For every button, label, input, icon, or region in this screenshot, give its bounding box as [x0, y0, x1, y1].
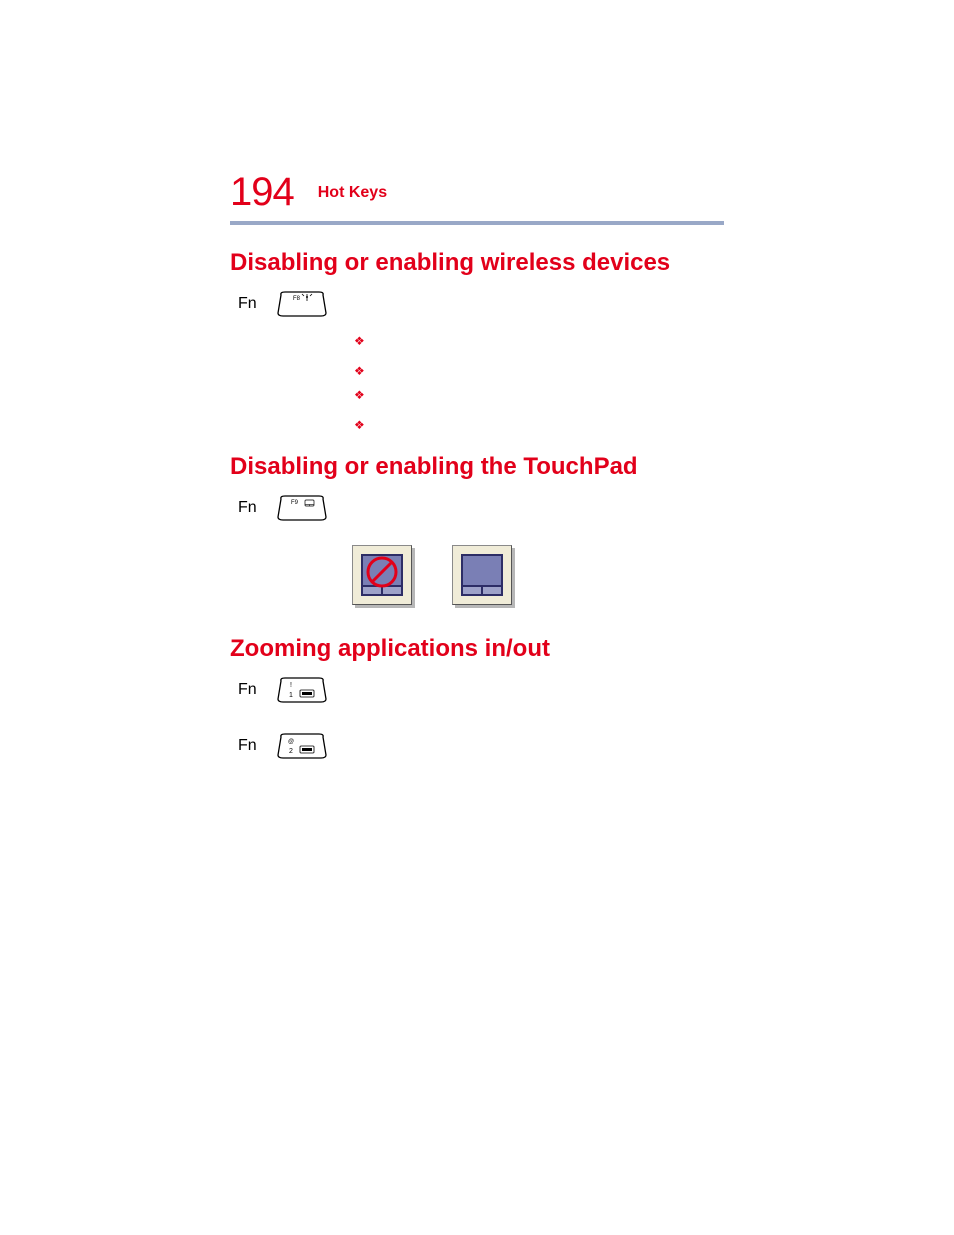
wireless-bullet-list: ❖ ❖ ❖ ❖ [354, 335, 724, 431]
fn-label: Fn [238, 295, 257, 313]
svg-text:@: @ [288, 739, 294, 745]
hotkey-row-zoom-out: Fn ! 1 [238, 677, 724, 703]
svg-text:1: 1 [289, 692, 293, 699]
hotkey-row-zoom-in: Fn @ 2 [238, 733, 724, 759]
header-rule [230, 221, 724, 225]
section-touchpad-heading: Disabling or enabling the TouchPad [230, 453, 724, 481]
two-key-icon: @ 2 [277, 733, 327, 759]
diamond-bullet-icon: ❖ [354, 335, 724, 347]
page-header: 194 Hot Keys [230, 170, 724, 215]
header-title: Hot Keys [318, 184, 387, 202]
f8-key-icon: F8 [277, 291, 327, 317]
section-wireless-heading: Disabling or enabling wireless devices [230, 249, 724, 277]
section-zoom-heading: Zooming applications in/out [230, 635, 724, 663]
one-key-icon: ! 1 [277, 677, 327, 703]
hotkey-row-touchpad: Fn F9 [238, 495, 724, 521]
svg-text:F8: F8 [293, 296, 301, 302]
svg-text:2: 2 [289, 748, 293, 755]
fn-label: Fn [238, 737, 257, 755]
fn-label: Fn [238, 499, 257, 517]
diamond-bullet-icon: ❖ [354, 419, 724, 431]
svg-text:!: ! [290, 682, 292, 689]
f9-key-icon: F9 [277, 495, 327, 521]
svg-text:F9: F9 [291, 500, 299, 506]
touchpad-disabled-icon [352, 545, 412, 605]
page-number: 194 [230, 170, 294, 215]
hotkey-row-wireless: Fn F8 [238, 291, 724, 317]
fn-label: Fn [238, 681, 257, 699]
touchpad-state-icons [352, 545, 724, 605]
diamond-bullet-icon: ❖ [354, 365, 724, 377]
diamond-bullet-icon: ❖ [354, 389, 724, 401]
touchpad-enabled-icon [452, 545, 512, 605]
